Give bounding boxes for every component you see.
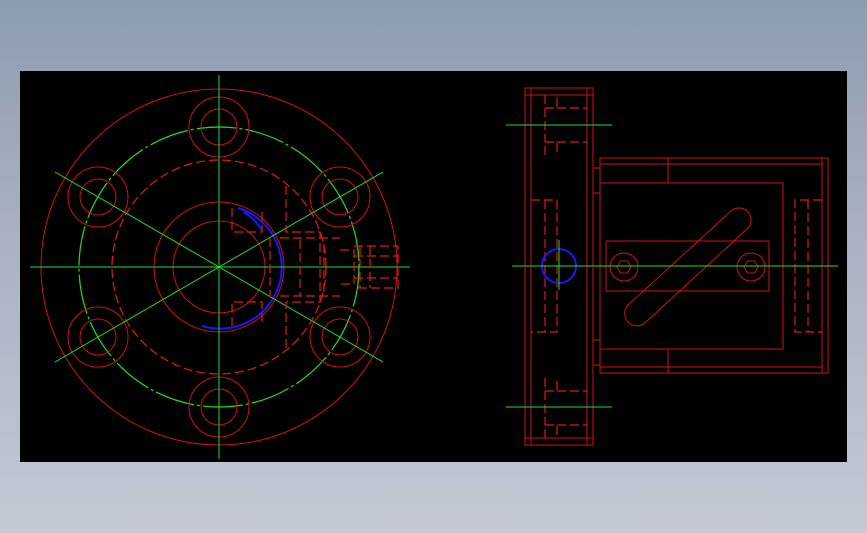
socket-screw-left (609, 252, 639, 282)
side-view-assembly (506, 87, 838, 446)
cad-drawing (30, 75, 838, 459)
front-center-lines (30, 75, 410, 459)
angled-slot (624, 207, 752, 327)
socket-screw-right (736, 252, 766, 282)
front-view-flange (30, 75, 410, 459)
side-center-lines (506, 124, 838, 408)
